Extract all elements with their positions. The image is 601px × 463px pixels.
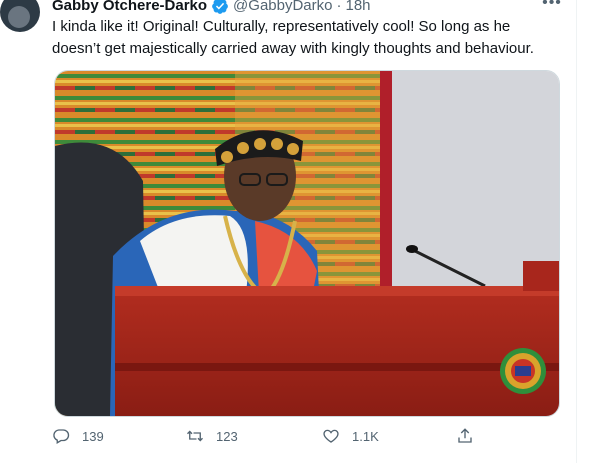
avatar-shape <box>8 6 30 28</box>
tweet: Gabby Otchere-Darko @GabbyDarko · 18h ••… <box>0 0 577 463</box>
author-name[interactable]: Gabby Otchere-Darko <box>52 0 207 16</box>
reply-count: 139 <box>82 428 104 444</box>
tweet-timestamp[interactable]: 18h <box>345 0 370 16</box>
retweet-icon <box>187 430 203 442</box>
like-icon <box>323 429 339 443</box>
share-icon <box>458 428 472 443</box>
retweet-button[interactable]: 123 <box>186 427 238 445</box>
photo-illustration <box>55 71 559 416</box>
author-handle[interactable]: @GabbyDarko <box>233 0 332 16</box>
avatar[interactable] <box>0 0 40 32</box>
share-button[interactable] <box>456 427 474 445</box>
reply-icon <box>53 429 70 444</box>
retweet-count: 123 <box>216 428 238 444</box>
like-count: 1.1K <box>352 428 379 444</box>
reply-button[interactable]: 139 <box>52 427 104 445</box>
tweet-photo[interactable] <box>54 70 560 417</box>
verified-badge-icon <box>212 0 228 14</box>
tweet-actions: 139 123 1.1K <box>52 427 492 451</box>
more-options-icon[interactable]: ••• <box>540 0 564 14</box>
separator-dot: · <box>336 0 342 14</box>
tweet-text: I kinda like it! Original! Culturally, r… <box>52 18 534 57</box>
like-button[interactable]: 1.1K <box>322 427 379 445</box>
tweet-header: Gabby Otchere-Darko @GabbyDarko · 18h <box>52 0 371 16</box>
